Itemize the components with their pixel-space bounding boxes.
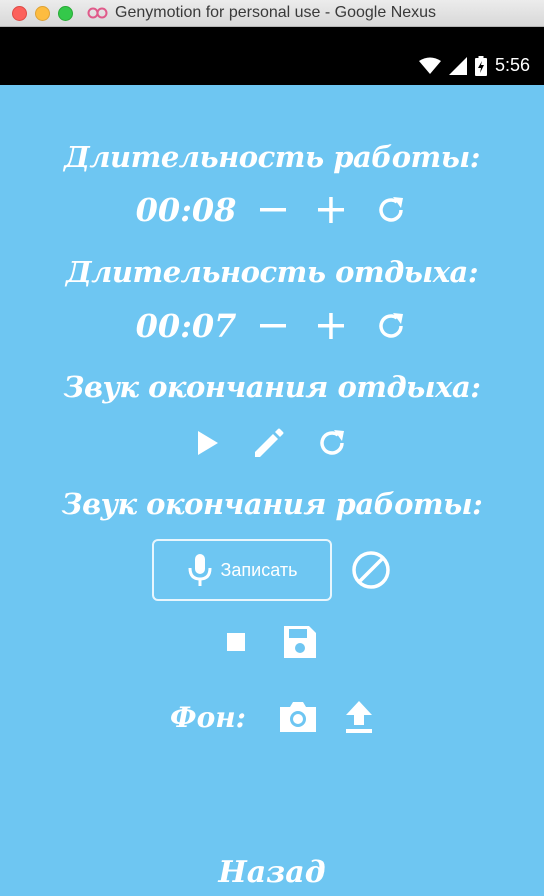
work-duration-heading: Длительность работы: [64,140,480,174]
record-button-label: Записать [220,559,298,580]
work-duration-value: 00:08 [135,191,237,229]
genymotion-logo-icon [87,7,108,19]
settings-screen: Длительность работы: 00:08 Длительность … [0,85,544,896]
maximize-window-button[interactable] [58,5,73,21]
background-label: Фон: [170,700,246,734]
work-reset-button[interactable] [374,193,408,227]
save-icon [284,626,316,658]
rest-reset-button[interactable] [374,309,408,343]
play-icon [198,431,218,455]
work-duration-row: 00:08 [0,191,544,229]
play-rest-sound-button[interactable] [195,429,221,457]
status-time: 5:56 [494,55,530,75]
refresh-icon [320,430,344,455]
recording-actions [0,623,544,661]
rest-duration-value: 00:07 [135,307,237,345]
window-controls [12,5,73,21]
work-decrease-button[interactable] [258,195,288,225]
work-end-sound-heading: Звук окончания работы: [61,487,483,521]
rest-end-sound-controls [0,425,544,461]
back-link[interactable]: Назад [0,855,544,890]
work-end-sound-controls: Записать [0,539,544,601]
plus-icon [318,197,345,223]
camera-button[interactable] [278,699,318,735]
background-row: Фон: [0,699,544,735]
microphone-icon [188,554,212,586]
android-status-bar: 5:56 [0,27,544,85]
minimize-window-button[interactable] [35,5,50,21]
rest-duration-row: 00:07 [0,307,544,345]
battery-charging-icon [474,55,487,76]
wifi-icon [418,57,441,74]
rest-decrease-button[interactable] [258,311,288,341]
minus-icon [260,208,287,212]
reset-rest-sound-button[interactable] [315,426,349,460]
window-title: Genymotion for personal use - Google Nex… [115,4,437,21]
minus-icon [260,324,287,328]
stop-recording-button[interactable] [225,631,247,653]
refresh-icon [379,313,404,338]
stop-icon [227,633,245,651]
window-titlebar: Genymotion for personal use - Google Nex… [0,0,544,27]
rest-duration-heading: Длительность отдыха: [65,255,479,289]
upload-button[interactable] [344,699,374,735]
upload-icon [346,701,372,733]
refresh-icon [379,197,404,222]
signal-icon [448,56,467,75]
block-icon [352,551,390,589]
rest-increase-button[interactable] [316,311,346,341]
pencil-icon [255,428,284,457]
rest-end-sound-heading: Звук окончания отдыха: [63,370,481,404]
record-button[interactable]: Записать [152,539,332,601]
plus-icon [318,313,345,339]
clear-sound-button[interactable] [350,549,392,591]
work-increase-button[interactable] [316,195,346,225]
edit-rest-sound-button[interactable] [251,425,287,461]
close-window-button[interactable] [12,5,27,21]
camera-icon [280,702,316,732]
save-recording-button[interactable] [281,623,319,661]
